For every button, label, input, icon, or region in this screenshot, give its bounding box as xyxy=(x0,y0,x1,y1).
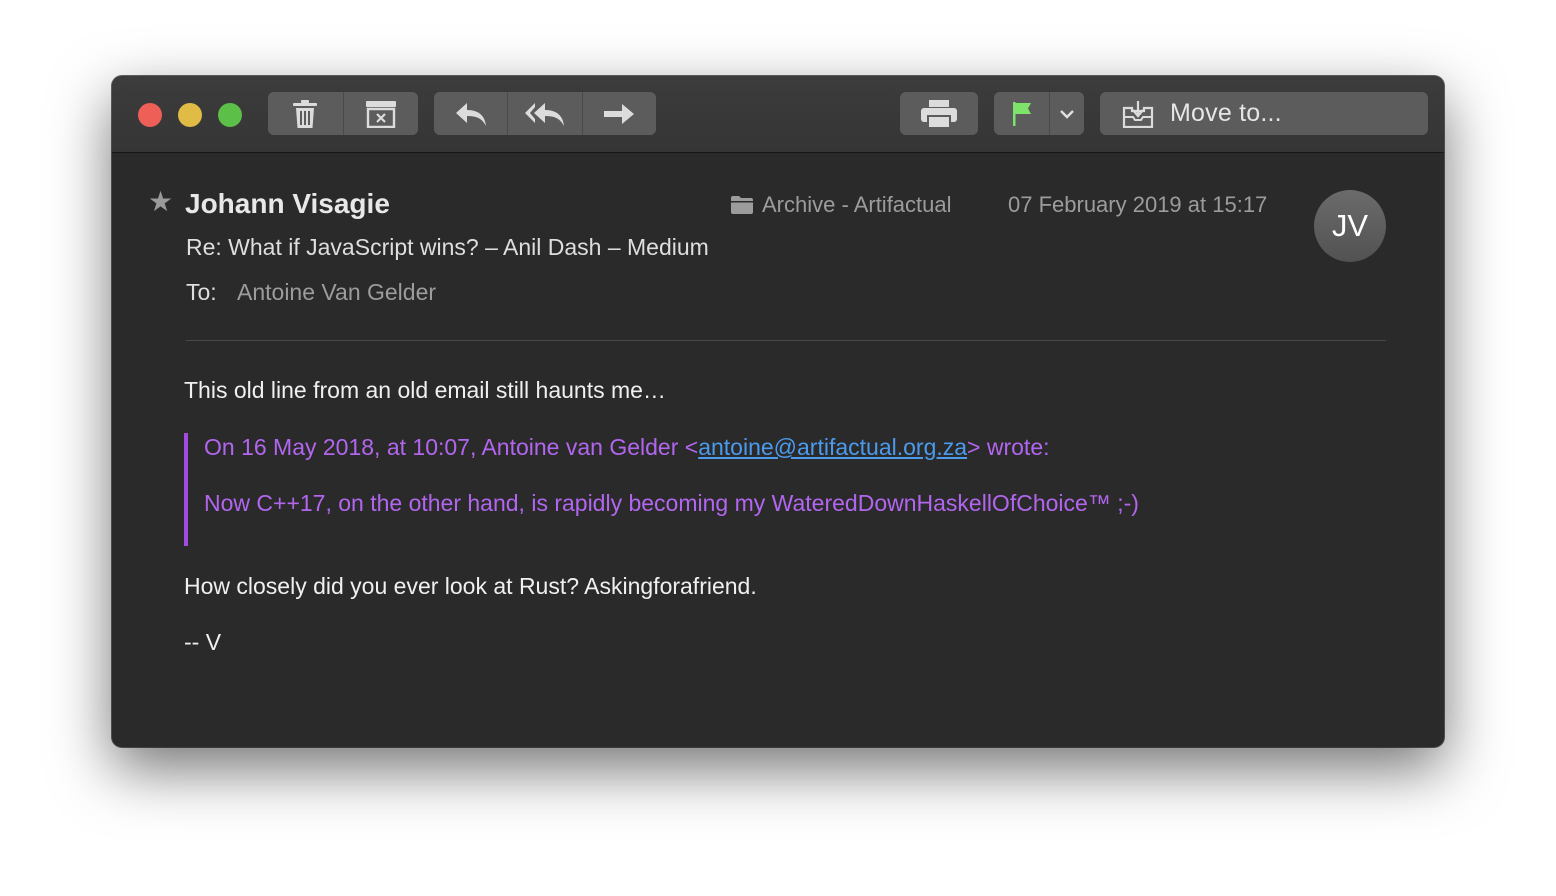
forward-icon xyxy=(602,101,636,127)
trash-icon xyxy=(292,99,318,129)
quote-email-link[interactable]: antoine@artifactual.org.za xyxy=(698,434,967,460)
delete-button[interactable] xyxy=(268,92,343,135)
reply-button-group xyxy=(434,92,656,135)
flag-button-group xyxy=(994,92,1084,135)
recipient[interactable]: Antoine Van Gelder xyxy=(237,279,436,306)
subject: Re: What if JavaScript wins? – Anil Dash… xyxy=(186,234,709,260)
move-to-button-group: Move to... xyxy=(1100,92,1428,135)
avatar: JV xyxy=(1314,190,1386,262)
folder-icon xyxy=(731,196,753,214)
message-date: 07 February 2019 at 15:17 xyxy=(1008,192,1268,217)
mail-window: Move to... ★ Johann Visagie Re: What if … xyxy=(112,76,1444,747)
move-to-button[interactable]: Move to... xyxy=(1100,92,1428,135)
flag-button[interactable] xyxy=(994,92,1050,135)
move-to-label: Move to... xyxy=(1170,99,1282,127)
quote-attribution: On 16 May 2018, at 10:07, Antoine van Ge… xyxy=(204,434,1050,461)
zoom-window-button[interactable] xyxy=(218,103,242,127)
print-icon xyxy=(920,99,958,129)
reply-icon xyxy=(454,101,488,127)
quote-prefix: On 16 May 2018, at 10:07, Antoine van Ge… xyxy=(204,434,699,460)
mailbox-location: Archive - Artifactual xyxy=(730,192,952,218)
delete-button-group xyxy=(268,92,418,135)
reply-all-button[interactable] xyxy=(507,92,582,135)
toolbar: Move to... xyxy=(112,76,1444,153)
print-button-group xyxy=(900,92,978,135)
signature: -- V xyxy=(184,629,222,655)
reply-all-icon xyxy=(524,101,566,127)
mailbox-name: Archive - Artifactual xyxy=(762,192,952,217)
to-label: To: xyxy=(186,279,217,305)
close-window-button[interactable] xyxy=(138,103,162,127)
flag-menu-button[interactable] xyxy=(1049,92,1084,135)
star-icon[interactable]: ★ xyxy=(148,186,173,218)
forward-button[interactable] xyxy=(581,92,656,135)
minimize-window-button[interactable] xyxy=(178,103,202,127)
chevron-down-icon xyxy=(1060,109,1075,119)
reply-button[interactable] xyxy=(434,92,508,135)
sender-name: Johann Visagie xyxy=(185,188,390,219)
move-to-icon xyxy=(1122,100,1154,128)
body-line-1: This old line from an old email still ha… xyxy=(184,377,666,403)
junk-icon xyxy=(365,100,397,128)
body-line-2: How closely did you ever look at Rust? A… xyxy=(184,573,757,599)
quote-line-2: Now C++17, on the other hand, is rapidly… xyxy=(204,490,1139,516)
junk-button[interactable] xyxy=(342,92,418,135)
header-divider xyxy=(186,340,1386,341)
print-button[interactable] xyxy=(900,92,978,135)
quoted-block: On 16 May 2018, at 10:07, Antoine van Ge… xyxy=(184,433,1288,546)
quote-suffix: > wrote: xyxy=(967,434,1050,460)
flag-icon xyxy=(1011,101,1033,127)
